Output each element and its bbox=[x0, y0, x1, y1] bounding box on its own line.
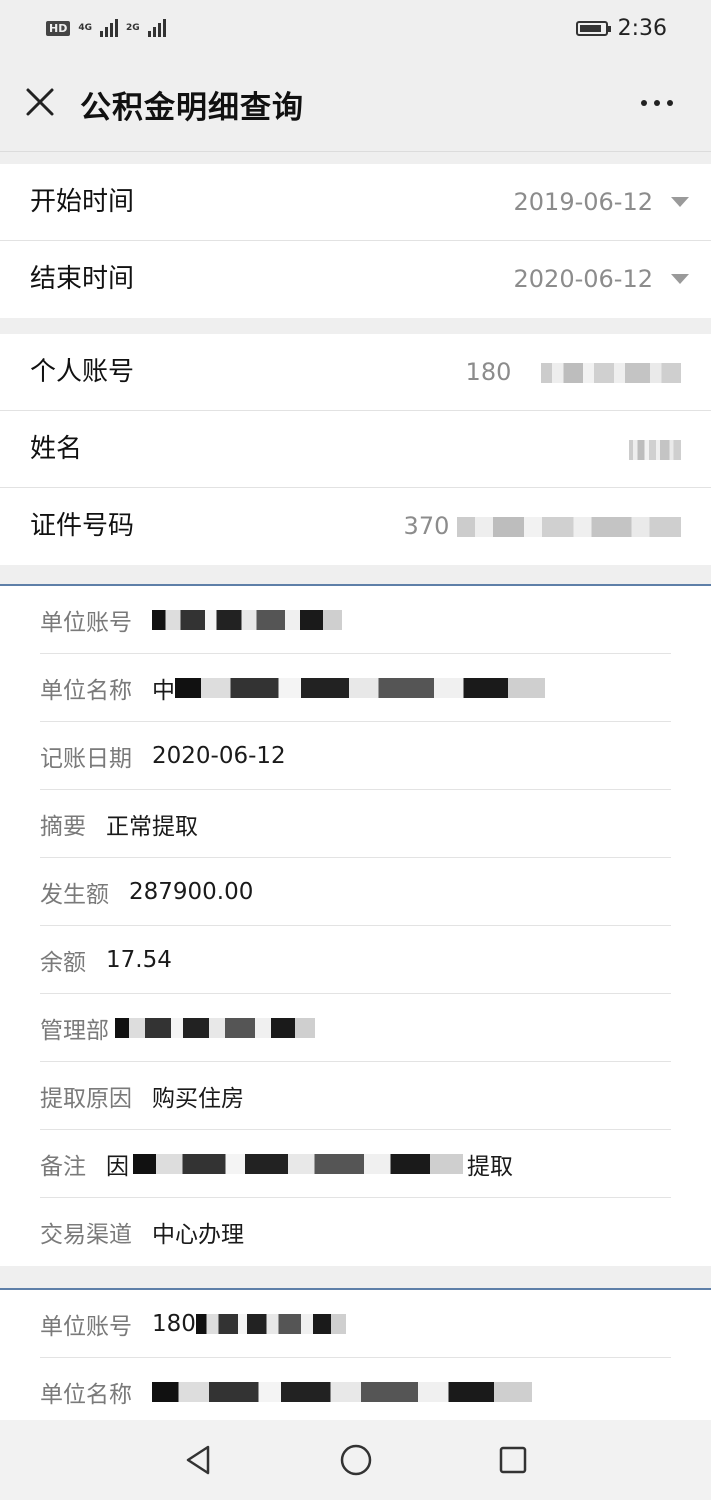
redacted-mosaic bbox=[175, 677, 545, 698]
detail-label: 单位名称 bbox=[40, 677, 132, 704]
personal-info-group: 个人账号 180 姓名 证件号码 370 bbox=[0, 334, 711, 565]
unit-name-prefix: 中 bbox=[152, 677, 175, 704]
detail-label: 备注 bbox=[40, 1153, 86, 1180]
detail-label: 提取原因 bbox=[40, 1085, 132, 1112]
account-row: 个人账号 180 bbox=[0, 334, 711, 411]
detail-label: 单位账号 bbox=[40, 1313, 132, 1340]
id-number-label: 证件号码 bbox=[30, 511, 135, 541]
detail-label: 余额 bbox=[40, 949, 86, 976]
detail-value: 购买住房 bbox=[152, 1085, 244, 1112]
detail-row-channel: 交易渠道 中心办理 bbox=[40, 1198, 671, 1266]
detail-row-unit-account: 单位账号 bbox=[40, 586, 671, 654]
detail-row-summary: 摘要 正常提取 bbox=[40, 790, 671, 858]
detail-value: 中心办理 bbox=[152, 1222, 244, 1248]
network-2g-label: 2G bbox=[126, 22, 140, 33]
status-bar: HD 4G 2G 2:36 bbox=[0, 0, 711, 56]
detail-value bbox=[152, 1382, 532, 1402]
dropdown-caret-icon[interactable] bbox=[671, 274, 689, 284]
id-number-prefix: 370 bbox=[403, 512, 450, 540]
redacted-mosaic bbox=[195, 1313, 346, 1334]
detail-label: 单位名称 bbox=[40, 1382, 132, 1408]
back-icon[interactable] bbox=[182, 1443, 216, 1477]
redacted-mosaic bbox=[629, 440, 681, 460]
close-icon[interactable] bbox=[24, 86, 56, 118]
redacted-mosaic bbox=[152, 609, 342, 630]
detail-value: 17.54 bbox=[106, 946, 172, 973]
account-label: 个人账号 bbox=[30, 357, 135, 387]
detail-label: 记账日期 bbox=[40, 745, 132, 772]
end-date-label: 结束时间 bbox=[30, 264, 135, 294]
detail-row-balance: 余额 17.54 bbox=[40, 926, 671, 994]
name-value bbox=[629, 411, 681, 487]
detail-value: 2020-06-12 bbox=[152, 742, 286, 769]
detail-label: 交易渠道 bbox=[40, 1222, 132, 1248]
remark-prefix: 因 bbox=[106, 1153, 129, 1180]
page-title: 公积金明细查询 bbox=[80, 90, 304, 126]
detail-row-unit-name: 单位名称 中 bbox=[40, 654, 671, 722]
detail-label: 发生额 bbox=[40, 881, 109, 908]
redacted-mosaic bbox=[133, 1153, 463, 1174]
start-date-value[interactable]: 2019-06-12 bbox=[514, 164, 653, 240]
home-icon[interactable] bbox=[339, 1443, 373, 1477]
detail-value: 287900.00 bbox=[129, 878, 254, 905]
redacted-mosaic bbox=[541, 363, 681, 383]
start-date-label: 开始时间 bbox=[30, 187, 135, 217]
end-date-row[interactable]: 结束时间 2020-06-12 bbox=[0, 241, 711, 318]
detail-label: 单位账号 bbox=[40, 609, 132, 636]
account-value-prefix: 180 bbox=[465, 358, 512, 386]
title-bar: 公积金明细查询 bbox=[0, 56, 711, 152]
name-label: 姓名 bbox=[30, 434, 83, 464]
detail-value: 180 bbox=[152, 1311, 346, 1337]
date-range-group: 开始时间 2019-06-12 结束时间 2020-06-12 bbox=[0, 164, 711, 318]
detail-row-remark: 备注 因 提取 bbox=[40, 1130, 671, 1198]
name-row: 姓名 bbox=[0, 411, 711, 488]
transaction-card: 单位账号 单位名称 中 记账日期 2020-06-12 摘要 正常提取 发生额 … bbox=[0, 584, 711, 1266]
signal-bars-icon-2 bbox=[147, 19, 166, 37]
more-menu-icon[interactable] bbox=[641, 100, 673, 106]
detail-row-reason: 提取原因 购买住房 bbox=[40, 1062, 671, 1130]
detail-value bbox=[115, 1017, 315, 1038]
detail-row-date: 记账日期 2020-06-12 bbox=[40, 722, 671, 790]
detail-row-unit-account: 单位账号 180 bbox=[40, 1290, 671, 1358]
redacted-mosaic bbox=[115, 1017, 315, 1038]
id-number-value: 370 bbox=[404, 488, 681, 564]
redacted-mosaic bbox=[457, 517, 681, 537]
detail-row-manager: 管理部 bbox=[40, 994, 671, 1062]
redacted-mosaic bbox=[152, 1382, 532, 1402]
battery-icon bbox=[575, 20, 611, 36]
id-number-row: 证件号码 370 bbox=[0, 488, 711, 565]
remark-suffix: 提取 bbox=[467, 1153, 513, 1180]
unit-account-prefix: 180 bbox=[152, 1310, 196, 1337]
dropdown-caret-icon[interactable] bbox=[671, 197, 689, 207]
detail-value: 正常提取 bbox=[106, 813, 198, 840]
transaction-card-2: 单位账号 180 单位名称 bbox=[0, 1288, 711, 1420]
system-nav-bar bbox=[0, 1420, 711, 1500]
detail-value bbox=[152, 609, 342, 630]
detail-label: 管理部 bbox=[40, 1017, 109, 1044]
network-4g-label: 4G bbox=[78, 22, 92, 33]
detail-row-unit-name: 单位名称 bbox=[40, 1358, 671, 1420]
account-value: 180 bbox=[466, 334, 681, 410]
recents-icon[interactable] bbox=[496, 1443, 530, 1477]
status-time: 2:36 bbox=[617, 15, 667, 41]
start-date-row[interactable]: 开始时间 2019-06-12 bbox=[0, 164, 711, 241]
hd-badge: HD bbox=[46, 20, 71, 36]
signal-bars-icon bbox=[100, 19, 118, 37]
end-date-value[interactable]: 2020-06-12 bbox=[514, 241, 653, 317]
detail-row-amount: 发生额 287900.00 bbox=[40, 858, 671, 926]
detail-value: 中 bbox=[152, 671, 545, 705]
detail-label: 摘要 bbox=[40, 813, 86, 840]
signal-indicators: HD 4G 2G bbox=[46, 19, 166, 37]
detail-value: 因 提取 bbox=[106, 1147, 513, 1181]
